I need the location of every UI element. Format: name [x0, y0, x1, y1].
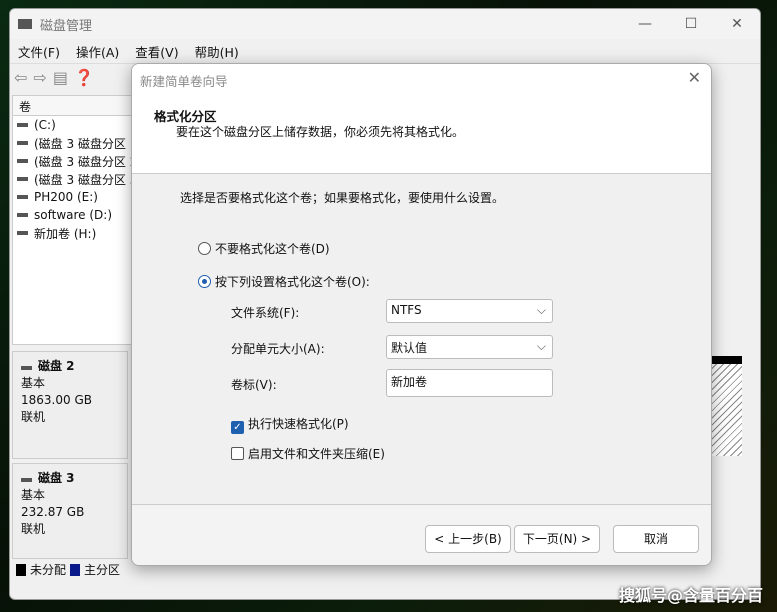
- unallocated-swatch: [16, 563, 26, 576]
- column-header-volume[interactable]: 卷: [13, 96, 141, 116]
- disk-3-info[interactable]: 磁盘 3 基本 232.87 GB 联机: [12, 463, 128, 559]
- menu-bar: 文件(F) 操作(A) 查看(V) 帮助(H): [10, 39, 760, 63]
- radio-selected-icon: [198, 275, 211, 288]
- new-simple-volume-wizard: 新建简单卷向导 ✕ 格式化分区 要在这个磁盘分区上储存数据，你必须先将其格式化。…: [131, 63, 712, 566]
- menu-help[interactable]: 帮助(H): [195, 42, 239, 61]
- list-item[interactable]: software (D:): [13, 206, 141, 224]
- list-item[interactable]: (磁盘 3 磁盘分区 5: [13, 170, 141, 188]
- drive-icon: [17, 159, 28, 163]
- watermark: 搜狐号@含量百分百: [618, 586, 763, 605]
- close-button[interactable]: ✕: [714, 16, 760, 32]
- chevron-down-icon: ⌵: [536, 339, 546, 353]
- drive-icon: [17, 177, 28, 181]
- dialog-title: 新建简单卷向导: [140, 74, 228, 89]
- minimize-button[interactable]: —: [622, 16, 668, 32]
- checkmark-icon: ✓: [231, 421, 244, 434]
- list-item[interactable]: (磁盘 3 磁盘分区 2: [13, 152, 141, 170]
- menu-view[interactable]: 查看(V): [135, 42, 178, 61]
- menu-file[interactable]: 文件(F): [18, 42, 60, 61]
- menu-action[interactable]: 操作(A): [76, 42, 119, 61]
- cancel-button[interactable]: 取消: [613, 525, 699, 553]
- file-system-label: 文件系统(F):: [231, 306, 300, 320]
- quick-format-checkbox[interactable]: ✓ 执行快速格式化(P): [231, 415, 349, 434]
- format-prompt: 选择是否要格式化这个卷；如果要格式化，要使用什么设置。: [180, 191, 505, 205]
- wizard-footer: < 上一步(B) 下一页(N) > 取消: [132, 504, 711, 565]
- drive-icon: [17, 123, 28, 127]
- volume-label-label: 卷标(V):: [231, 378, 277, 392]
- next-button[interactable]: 下一页(N) >: [514, 525, 600, 553]
- title-bar: 磁盘管理 — ☐ ✕: [10, 9, 760, 39]
- drive-icon: [17, 213, 28, 217]
- forward-arrow-icon[interactable]: ⇨: [33, 68, 46, 87]
- list-item[interactable]: PH200 (E:): [13, 188, 141, 206]
- allocation-unit-label: 分配单元大小(A):: [231, 342, 325, 356]
- disk-icon: [21, 478, 32, 482]
- back-button[interactable]: < 上一步(B): [425, 525, 511, 553]
- radio-icon: [198, 242, 211, 255]
- back-arrow-icon[interactable]: ⇦: [14, 68, 27, 87]
- app-icon: [18, 19, 32, 29]
- window-title: 磁盘管理: [40, 18, 93, 34]
- file-system-select[interactable]: NTFS ⌵: [386, 299, 553, 323]
- dialog-close-button[interactable]: ✕: [688, 68, 701, 87]
- volume-label-input[interactable]: 新加卷: [386, 369, 553, 397]
- radio-no-format[interactable]: 不要格式化这个卷(D): [198, 240, 330, 257]
- help-icon[interactable]: ❓: [74, 68, 94, 87]
- unallocated-partition-block[interactable]: [710, 356, 742, 456]
- primary-partition-swatch: [70, 563, 81, 576]
- disk-icon: [21, 366, 32, 370]
- disk-2-info[interactable]: 磁盘 2 基本 1863.00 GB 联机: [12, 351, 128, 459]
- chevron-down-icon: ⌵: [536, 303, 546, 317]
- list-item[interactable]: (磁盘 3 磁盘分区 1: [13, 134, 141, 152]
- step-description: 要在这个磁盘分区上储存数据，你必须先将其格式化。: [176, 125, 465, 139]
- checkbox-icon: [231, 447, 244, 460]
- list-item[interactable]: (C:): [13, 116, 141, 134]
- list-item[interactable]: 新加卷 (H:): [13, 224, 141, 242]
- radio-format[interactable]: 按下列设置格式化这个卷(O):: [198, 273, 370, 290]
- drive-icon: [17, 195, 28, 199]
- drive-icon: [17, 141, 28, 145]
- wizard-header: 新建简单卷向导 ✕ 格式化分区 要在这个磁盘分区上储存数据，你必须先将其格式化。: [132, 64, 711, 174]
- drive-icon: [17, 231, 28, 235]
- console-tree-icon[interactable]: ▤: [53, 68, 68, 87]
- maximize-button[interactable]: ☐: [668, 16, 714, 32]
- volume-list: 卷 (C:) (磁盘 3 磁盘分区 1 (磁盘 3 磁盘分区 2 (磁盘 3 磁…: [12, 95, 142, 345]
- compression-checkbox[interactable]: 启用文件和文件夹压缩(E): [231, 445, 385, 462]
- legend: 未分配 主分区: [16, 561, 120, 578]
- allocation-unit-select[interactable]: 默认值 ⌵: [386, 335, 553, 359]
